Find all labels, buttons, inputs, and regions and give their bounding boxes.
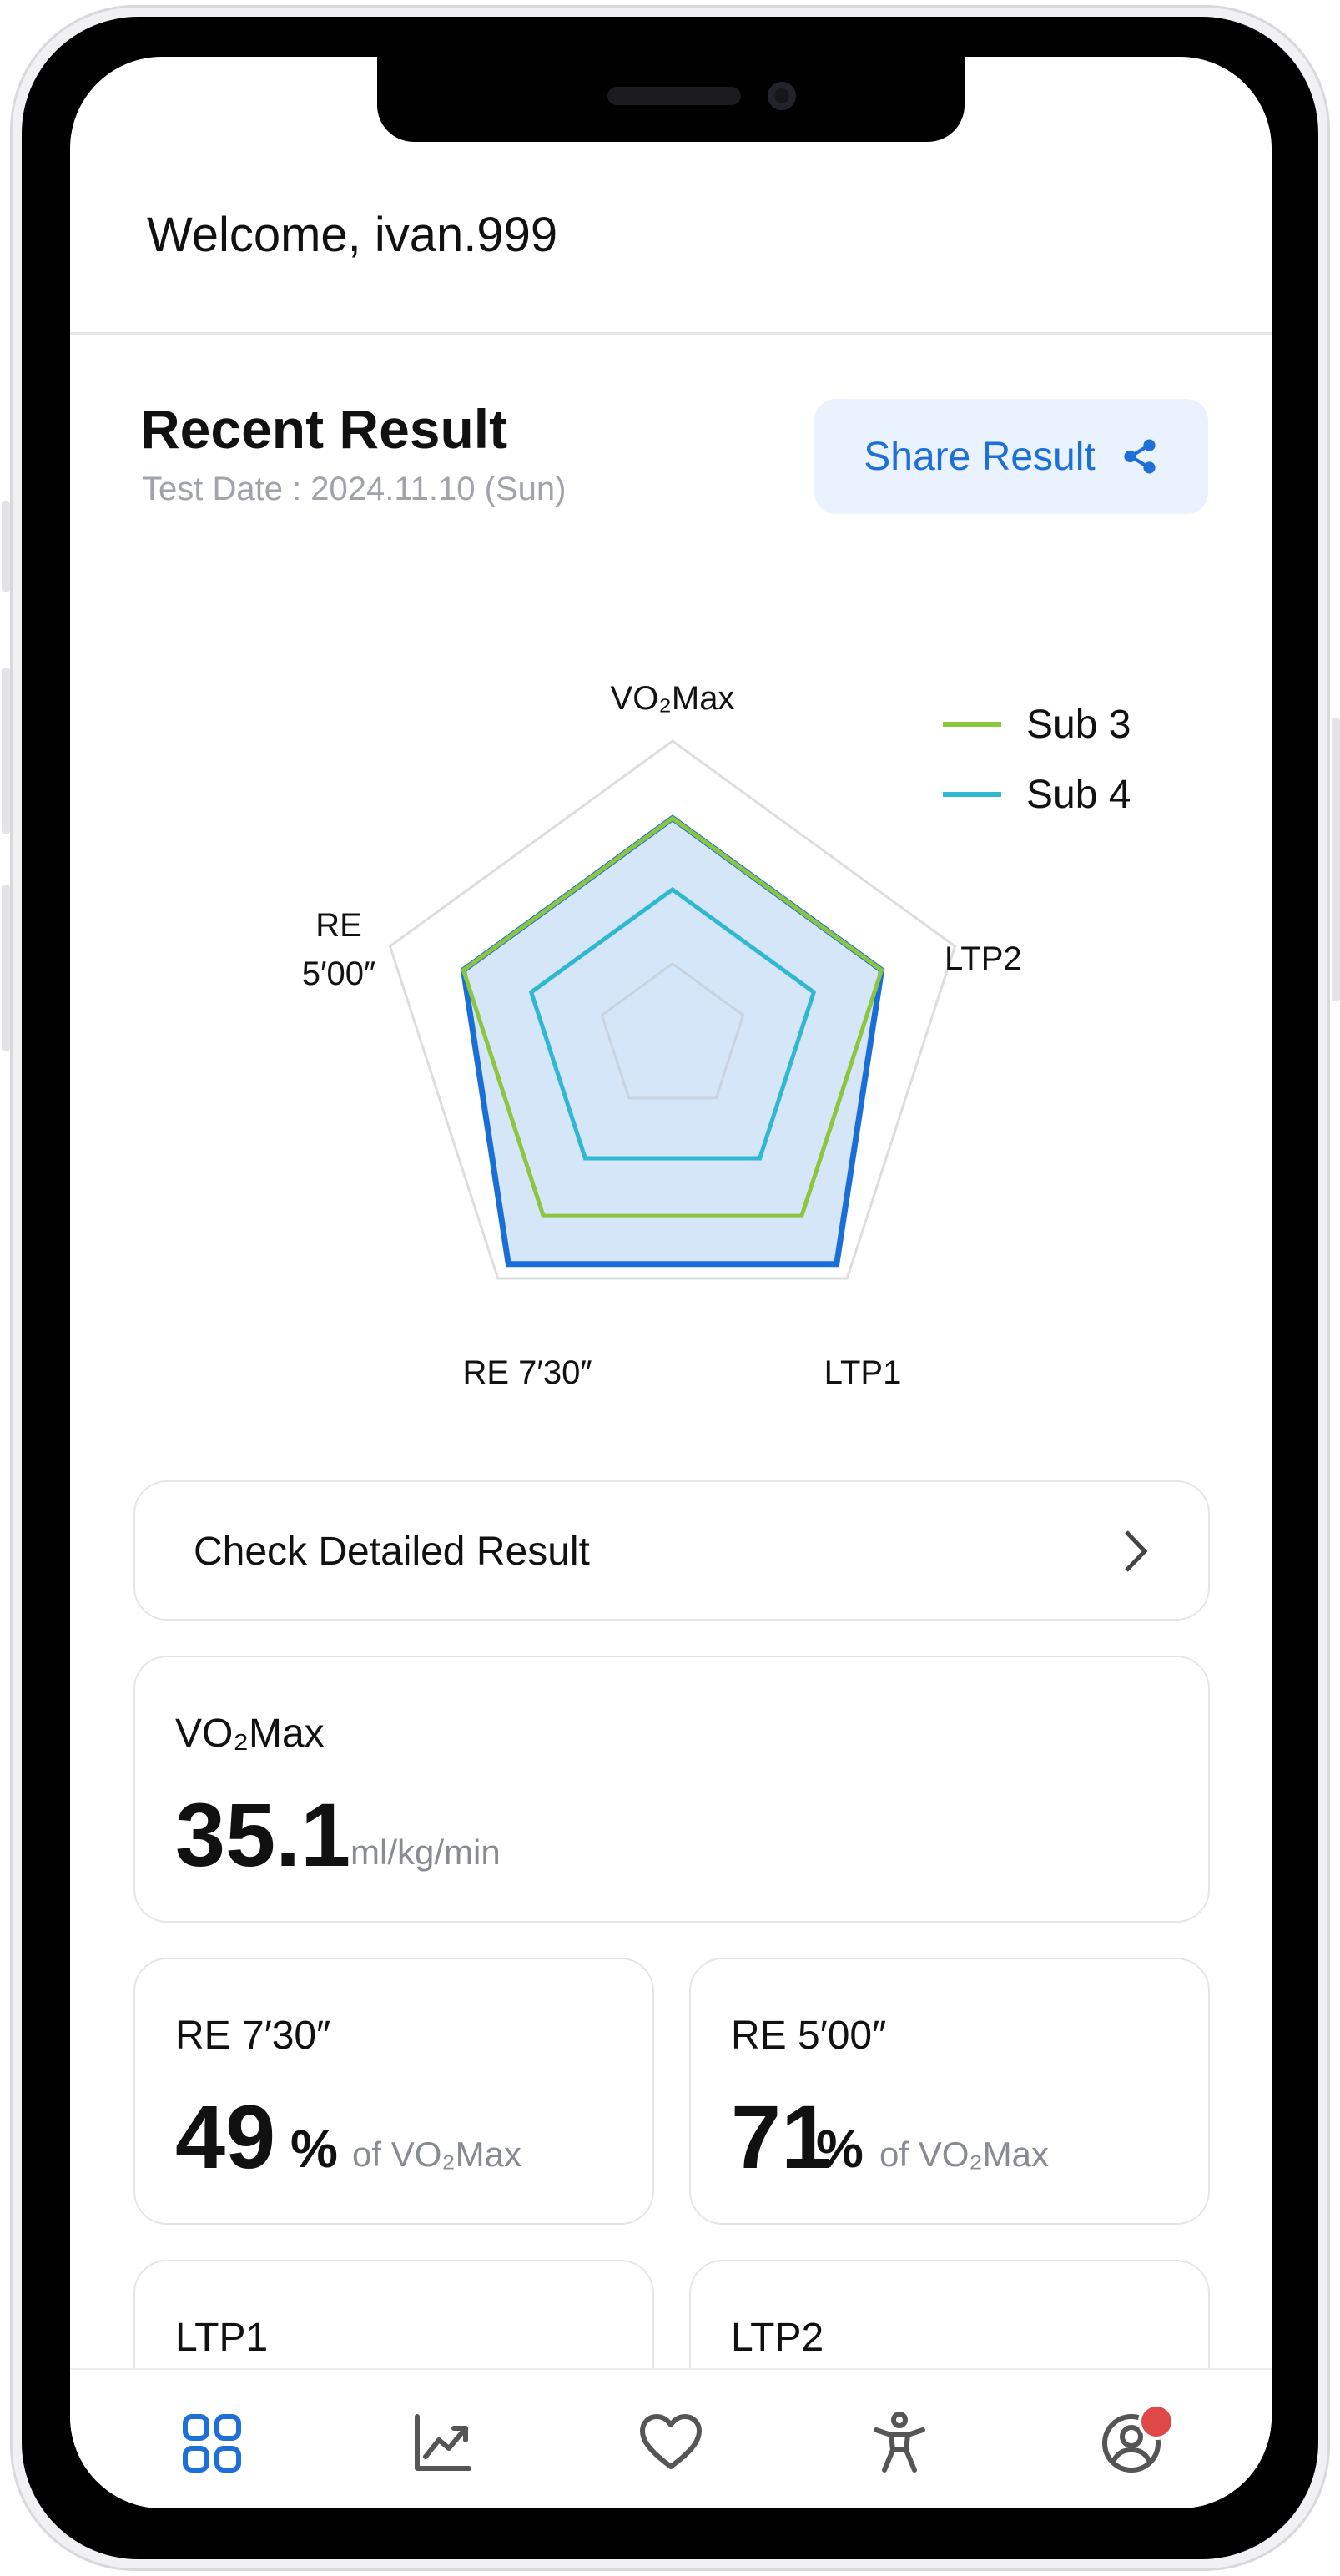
side-button [2, 501, 10, 592]
person-stretch-icon [874, 2412, 925, 2473]
check-detailed-result-button[interactable]: Check Detailed Result [133, 1480, 1210, 1621]
tab-profile[interactable] [1098, 2403, 1175, 2477]
radar-series-result [460, 814, 885, 1268]
metric-percent: % [816, 2119, 864, 2179]
app-screen: Welcome, ivan.999 Recent Result Test Dat… [70, 57, 1272, 2508]
metric-percent: % [290, 2119, 338, 2179]
welcome-prefix: Welcome, [147, 208, 361, 262]
heart-icon [640, 2414, 702, 2469]
detail-label: Check Detailed Result [194, 1530, 590, 1574]
metric-label: RE 7′30″ [175, 2014, 331, 2058]
metric-unit: ml/kg/min [350, 1832, 501, 1872]
radar-chart: VO₂Max LTP2 LTP1 RE 7′30″ RE 5′00″ Sub 3 Sub 4 [302, 680, 1131, 1391]
tab-trends[interactable] [409, 2410, 476, 2477]
notification-badge [1138, 2403, 1175, 2440]
metric-value: 49 [175, 2086, 276, 2187]
radar-axis-label: RE 7′30″ [462, 1354, 592, 1391]
share-result-button[interactable]: Share Result [814, 399, 1208, 514]
side-button [2, 668, 10, 834]
re730-card[interactable]: RE 7′30″ 49 % of VO₂Max [133, 1958, 654, 2225]
metric-label: LTP1 [175, 2316, 269, 2360]
metric-value: 35.1 [175, 1784, 351, 1885]
legend-label: Sub 4 [1026, 773, 1131, 817]
metric-label: LTP2 [731, 2316, 824, 2360]
bottom-tab-bar [70, 2368, 1272, 2508]
side-button [2, 885, 10, 1051]
tab-exercise[interactable] [866, 2410, 933, 2477]
metric-unit: of VO₂Max [879, 2135, 1050, 2174]
legend-label: Sub 3 [1026, 703, 1131, 747]
username: ivan.999 [374, 208, 558, 262]
dashboard-grid-icon [183, 2414, 241, 2473]
side-button [1332, 718, 1340, 1001]
header: Welcome, ivan.999 [70, 57, 1272, 335]
metric-label: RE 5′00″ [731, 2014, 887, 2058]
radar-axis-label: VO₂Max [611, 680, 735, 717]
trend-chart-icon [415, 2414, 471, 2471]
tab-health[interactable] [637, 2410, 704, 2477]
test-date: Test Date : 2024.11.10 (Sun) [142, 471, 567, 507]
re500-card[interactable]: RE 5′00″ 71 % of VO₂Max [689, 1958, 1210, 2225]
section-title: Recent Result [140, 398, 508, 460]
radar-axis-label: LTP1 [824, 1354, 902, 1391]
metric-unit: of VO₂Max [352, 2135, 522, 2174]
tab-dashboard[interactable] [179, 2410, 245, 2477]
radar-axis-label: RE 5′00″ [302, 907, 375, 992]
share-result-label: Share Result [864, 434, 1096, 479]
chevron-right-icon [1125, 1530, 1148, 1572]
share-icon [1124, 439, 1156, 474]
vo2max-card[interactable]: VO₂Max 35.1 ml/kg/min [133, 1656, 1210, 1923]
radar-axis-label: LTP2 [945, 940, 1022, 977]
welcome-text: Welcome, ivan.999 [147, 207, 557, 263]
metric-label: VO₂Max [175, 1711, 325, 1756]
